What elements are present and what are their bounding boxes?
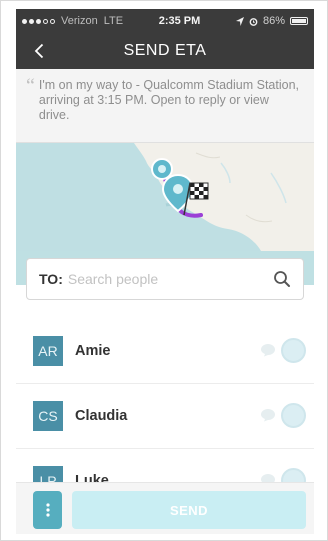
select-toggle[interactable]: [281, 403, 306, 428]
vertical-dots-icon: [45, 503, 50, 517]
to-label: TO:: [39, 271, 63, 287]
status-time: 2:35 PM: [158, 15, 201, 27]
map-canvas: [16, 143, 314, 251]
status-bar: Verizon LTE 2:35 PM 86%: [16, 9, 314, 33]
search-icon[interactable]: [273, 270, 291, 288]
navigation-bar: SEND ETA: [16, 33, 314, 69]
screenshot-frame: Verizon LTE 2:35 PM 86% SEND ETA “ I'm o…: [0, 0, 328, 541]
carrier-name: Verizon: [61, 15, 98, 27]
back-button[interactable]: [26, 38, 52, 64]
avatar: CS: [33, 401, 63, 431]
recipient-search-box[interactable]: TO:: [26, 258, 304, 300]
page-title: SEND ETA: [123, 42, 207, 59]
status-right: 86%: [235, 15, 308, 27]
chat-bubble-icon: [261, 344, 275, 357]
location-arrow-icon: [235, 16, 244, 26]
bottom-action-bar: SEND: [16, 482, 314, 534]
route-map[interactable]: [16, 143, 314, 251]
search-input[interactable]: [67, 271, 273, 287]
status-left: Verizon LTE: [22, 15, 123, 27]
contact-name: Claudia: [75, 408, 128, 424]
contact-row-amie[interactable]: AR Amie: [16, 319, 314, 384]
avatar: AR: [33, 336, 63, 366]
send-button[interactable]: SEND: [72, 491, 306, 529]
select-toggle[interactable]: [281, 338, 306, 363]
battery-percent: 86%: [262, 15, 285, 27]
eta-message[interactable]: “ I'm on my way to - Qualcomm Stadium St…: [16, 69, 314, 143]
network-type: LTE: [103, 15, 124, 27]
recipient-search-area: TO:: [16, 251, 314, 319]
start-location-pin-icon[interactable]: [151, 158, 173, 180]
contact-row-claudia[interactable]: CS Claudia: [16, 384, 314, 449]
alarm-icon: [249, 17, 258, 26]
battery-level: [291, 19, 306, 23]
contact-name: Amie: [75, 343, 111, 359]
phone-screen: Verizon LTE 2:35 PM 86% SEND ETA “ I'm o…: [16, 9, 314, 534]
chat-bubble-icon: [261, 409, 275, 422]
signal-strength-icon: [22, 18, 55, 24]
chevron-left-icon: [34, 43, 44, 59]
eta-message-text: I'm on my way to - Qualcomm Stadium Stat…: [38, 78, 300, 122]
more-options-button[interactable]: [33, 491, 62, 529]
battery-icon: [289, 17, 308, 25]
quote-icon: “: [26, 75, 35, 97]
